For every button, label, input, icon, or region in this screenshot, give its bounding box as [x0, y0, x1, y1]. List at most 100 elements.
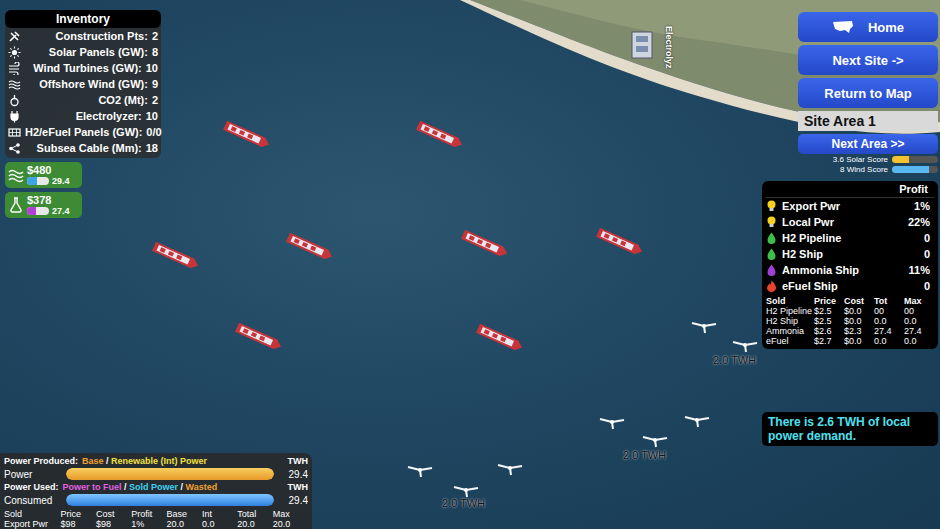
wind-turbine-icon[interactable]	[731, 337, 759, 353]
ammonia-ship-icon[interactable]	[149, 238, 203, 274]
table-cell: 0.0	[202, 519, 237, 529]
flask-icon	[8, 197, 24, 213]
profit-row: H2 Ship 0	[766, 246, 934, 262]
power-row: Power29.4	[4, 468, 308, 480]
wind-icon	[8, 62, 21, 75]
score-bar	[892, 166, 938, 173]
table-header: Cost	[96, 509, 131, 519]
fund-reading: 29.4	[52, 176, 70, 186]
table-cell: H2 Ship	[766, 316, 814, 326]
table-header: Total	[237, 509, 272, 519]
table-cell: 0.0	[904, 316, 934, 326]
wind-turbine-icon[interactable]	[598, 414, 626, 430]
table-header: Price	[814, 296, 844, 306]
nav-button[interactable]: Next Site ->	[798, 45, 938, 75]
table-cell: 00	[874, 306, 904, 316]
ammonia-ship-icon[interactable]	[283, 229, 337, 265]
ammonia-ship-icon[interactable]	[593, 224, 647, 260]
profit-label: H2 Ship	[782, 248, 919, 260]
wind-turbine-icon[interactable]	[406, 462, 434, 478]
nav-button-label: Next Site ->	[832, 53, 903, 68]
table-cell: $98	[96, 519, 131, 529]
legend-item: Renewable (Int) Power	[111, 456, 207, 466]
table-cell: Ammonia	[766, 326, 814, 336]
drop-icon	[766, 248, 777, 260]
legend-item: Wasted	[186, 482, 218, 492]
electrolyzer-icon	[630, 26, 660, 66]
wind-turbine-icon[interactable]	[496, 460, 524, 476]
legend-item: /	[104, 456, 112, 466]
table-cell: 00	[904, 306, 934, 316]
ammonia-ship-icon[interactable]	[232, 319, 286, 355]
inventory-value: 18	[146, 142, 158, 154]
inventory-label: Solar Panels (GW):	[25, 46, 148, 58]
legend-item: Sold Power	[129, 482, 178, 492]
table-cell: 1%	[131, 519, 166, 529]
ammonia-ship-icon[interactable]	[473, 320, 527, 356]
legend-item: /	[122, 482, 130, 492]
legend-item: Base	[82, 456, 104, 466]
profit-value: 0	[924, 248, 934, 260]
inventory-title: Inventory	[5, 10, 161, 28]
table-header: Max	[273, 509, 308, 519]
table-cell: $2.5	[814, 306, 844, 316]
table-cell: 0.0	[904, 336, 934, 346]
power-panel: Power Produced:Base / Renewable (Int) Po…	[0, 453, 312, 529]
electrolyzer-building[interactable]: Electrolyz	[630, 26, 717, 66]
profit-label: H2 Pipeline	[782, 232, 919, 244]
power-bar-label: Power	[4, 469, 60, 480]
profit-value: 22%	[908, 216, 934, 228]
inventory-panel: InventoryConstruction Pts:2Solar Panels …	[5, 10, 161, 158]
table-cell: Export Pwr	[4, 519, 61, 529]
site-name: Site Area 1	[798, 111, 938, 131]
table-cell: $0.0	[844, 336, 874, 346]
game-screen: Electrolyz2.0 TWH2.0 TWH2.0 TWHInventory…	[0, 0, 940, 529]
profit-label: Ammonia Ship	[782, 264, 904, 276]
cable-icon	[8, 142, 21, 155]
profit-row: Export Pwr1%	[766, 198, 934, 214]
table-header: Price	[61, 509, 96, 519]
next-area-button[interactable]: Next Area >>	[798, 134, 938, 154]
power-bar-label: Consumed	[4, 495, 60, 506]
profit-title: Profit	[766, 182, 934, 198]
fund-reading: 27.4	[52, 206, 70, 216]
table-cell: 20.0	[167, 519, 202, 529]
wind-turbine-icon[interactable]	[683, 412, 711, 428]
profit-value: 11%	[909, 264, 934, 276]
profit-label: eFuel Ship	[782, 280, 919, 292]
inventory-value: 0/0	[146, 126, 161, 138]
left-hud: InventoryConstruction Pts:2Solar Panels …	[5, 10, 161, 218]
inventory-value: 2	[152, 30, 158, 42]
nav-button[interactable]: Return to Map	[798, 78, 938, 108]
wind-turbine-icon[interactable]	[452, 482, 480, 498]
wind-turbine-icon[interactable]	[690, 318, 718, 334]
inventory-value: 9	[152, 78, 158, 90]
fund-bar	[27, 207, 49, 215]
wind-turbine-icon[interactable]	[641, 432, 669, 448]
ammonia-ship-icon[interactable]	[413, 117, 467, 153]
table-cell: $2.6	[814, 326, 844, 336]
table-cell: 0.0	[874, 336, 904, 346]
co2-icon	[8, 94, 21, 107]
site-score: 3.6 Solar Score	[833, 155, 938, 164]
fund-amount: $378	[27, 194, 79, 206]
export-table: SoldPriceCostProfitBaseIntTotalMaxExport…	[4, 509, 308, 529]
table-header: Cost	[844, 296, 874, 306]
table-cell: 27.4	[904, 326, 934, 336]
score-label: 8 Wind Score	[840, 165, 888, 174]
fund-badge: $48029.4	[5, 162, 82, 188]
score-label: 3.6 Solar Score	[833, 155, 888, 164]
wave-icon	[8, 78, 21, 91]
ammonia-ship-icon[interactable]	[220, 117, 274, 153]
nav-button-label: Home	[868, 20, 904, 35]
wind-farm-label: 2.0 TWH	[442, 497, 485, 509]
table-cell: $2.3	[844, 326, 874, 336]
wind-farm-label: 2.0 TWH	[623, 449, 666, 461]
fund-amount: $480	[27, 164, 79, 176]
ammonia-ship-icon[interactable]	[458, 226, 512, 262]
sun-icon	[8, 46, 21, 59]
inventory-label: CO2 (Mt):	[25, 94, 148, 106]
inventory-label: Subsea Cable (Mm):	[25, 142, 142, 154]
nav-button[interactable]: Home	[798, 12, 938, 42]
drop-icon	[766, 264, 777, 276]
